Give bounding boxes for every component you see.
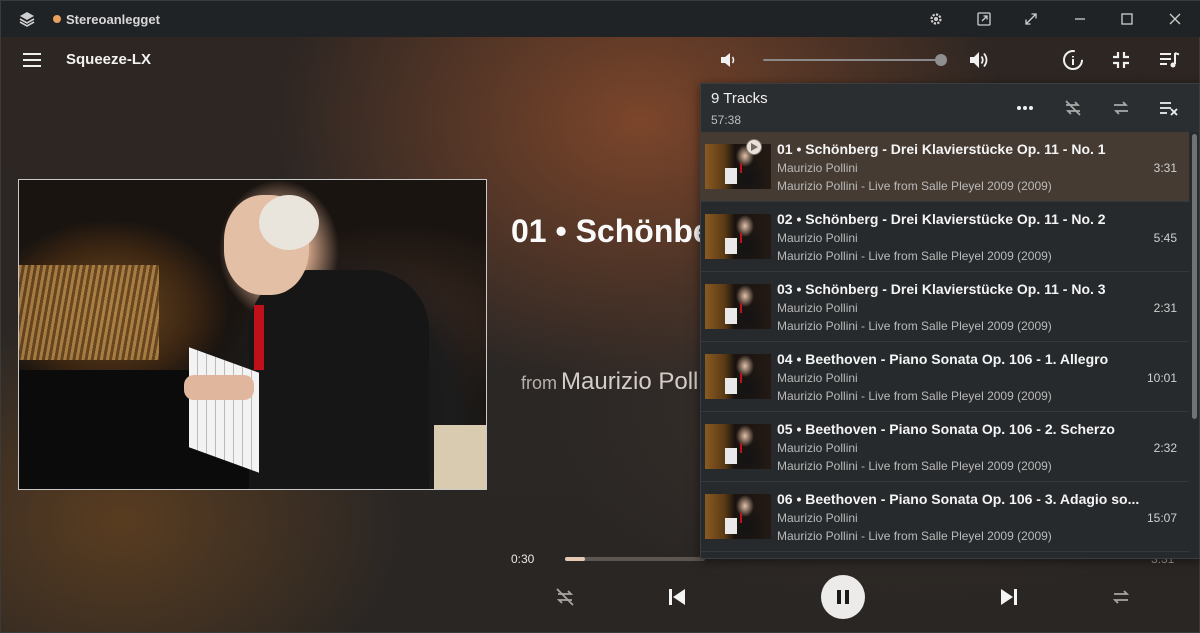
queue-row[interactable]: 04 • Beethoven - Piano Sonata Op. 106 - … bbox=[701, 342, 1189, 412]
queue-scrollbar[interactable] bbox=[1192, 134, 1197, 419]
volume-slider-thumb[interactable] bbox=[935, 54, 947, 66]
track-album: Maurizio Pollini - Live from Salle Pleye… bbox=[777, 459, 1052, 473]
track-duration: 2:32 bbox=[1153, 441, 1177, 455]
queue-track-count: 9 Tracks bbox=[711, 90, 768, 107]
repeat-off-icon[interactable] bbox=[553, 585, 577, 609]
gear-icon[interactable] bbox=[922, 7, 950, 31]
minimize-icon[interactable] bbox=[1066, 7, 1094, 31]
maximize-icon[interactable] bbox=[1113, 7, 1141, 31]
expand-icon[interactable] bbox=[1017, 7, 1045, 31]
track-album: Maurizio Pollini - Live from Salle Pleye… bbox=[777, 529, 1052, 543]
track-album: Maurizio Pollini - Live from Salle Pleye… bbox=[777, 389, 1052, 403]
queue-header: 9 Tracks 57:38 bbox=[701, 84, 1199, 132]
track-thumbnail bbox=[705, 284, 771, 329]
track-artist: Maurizio Pollini bbox=[777, 161, 858, 175]
track-duration: 2:31 bbox=[1153, 301, 1177, 315]
more-options-icon[interactable] bbox=[1013, 96, 1037, 120]
track-artist: Maurizio Pollini bbox=[777, 441, 858, 455]
volume-slider[interactable] bbox=[763, 59, 945, 61]
track-title: 05 • Beethoven - Piano Sonata Op. 106 - … bbox=[777, 421, 1115, 437]
now-playing-artist[interactable]: Maurizio Pollini bbox=[561, 368, 701, 395]
track-title: 04 • Beethoven - Piano Sonata Op. 106 - … bbox=[777, 351, 1109, 367]
clear-queue-icon[interactable] bbox=[1157, 96, 1181, 120]
track-thumbnail bbox=[705, 354, 771, 399]
shuffle-icon[interactable] bbox=[1109, 585, 1133, 609]
track-title: 03 • Schönberg - Drei Klavierstücke Op. … bbox=[777, 281, 1106, 297]
track-duration: 5:45 bbox=[1153, 231, 1177, 245]
pause-button[interactable] bbox=[821, 575, 865, 619]
track-duration: 10:01 bbox=[1146, 371, 1177, 385]
pause-icon bbox=[837, 590, 849, 604]
queue-total-time: 57:38 bbox=[711, 113, 742, 127]
track-album: Maurizio Pollini - Live from Salle Pleye… bbox=[777, 249, 1052, 263]
track-thumbnail bbox=[705, 424, 771, 469]
queue-music-icon[interactable] bbox=[1157, 48, 1181, 72]
info-timer-icon[interactable] bbox=[1061, 48, 1085, 72]
queue-list: 01 • Schönberg - Drei Klavierstücke Op. … bbox=[701, 132, 1189, 552]
queue-panel: 9 Tracks 57:38 01 • Schönberg - Drei Kla… bbox=[700, 83, 1200, 559]
volume-down-icon[interactable] bbox=[717, 49, 739, 71]
album-cover[interactable] bbox=[18, 179, 487, 490]
now-playing-icon bbox=[746, 139, 762, 155]
from-label: from bbox=[521, 373, 557, 393]
track-thumbnail bbox=[705, 214, 771, 259]
now-playing-artist-line: fromMaurizio Pollini bbox=[521, 368, 701, 396]
hamburger-menu-icon[interactable] bbox=[21, 49, 45, 71]
next-track-icon[interactable] bbox=[996, 584, 1022, 610]
position-time: 0:30 bbox=[511, 552, 535, 566]
previous-track-icon[interactable] bbox=[664, 584, 690, 610]
title-bar: Stereoanlegget bbox=[1, 1, 1200, 37]
shuffle-icon[interactable] bbox=[1109, 96, 1133, 120]
queue-row[interactable]: 01 • Schönberg - Drei Klavierstücke Op. … bbox=[701, 132, 1189, 202]
track-duration: 15:07 bbox=[1146, 511, 1177, 525]
app-name: Squeeze-LX bbox=[66, 51, 152, 68]
track-artist: Maurizio Pollini bbox=[777, 231, 858, 245]
track-artist: Maurizio Pollini bbox=[777, 511, 858, 525]
window-title: Stereoanlegget bbox=[66, 11, 160, 27]
track-title: 01 • Schönberg - Drei Klavierstücke Op. … bbox=[777, 141, 1106, 157]
track-title: 02 • Schönberg - Drei Klavierstücke Op. … bbox=[777, 211, 1106, 227]
queue-row[interactable]: 06 • Beethoven - Piano Sonata Op. 106 - … bbox=[701, 482, 1189, 552]
track-duration: 3:31 bbox=[1153, 161, 1177, 175]
track-thumbnail bbox=[705, 494, 771, 539]
track-artist: Maurizio Pollini bbox=[777, 301, 858, 315]
toolbar: Squeeze-LX bbox=[1, 37, 1200, 83]
layers-icon[interactable] bbox=[17, 9, 37, 29]
track-title: 06 • Beethoven - Piano Sonata Op. 106 - … bbox=[777, 491, 1140, 507]
collapse-icon[interactable] bbox=[1109, 48, 1133, 72]
volume-up-icon[interactable] bbox=[967, 48, 993, 72]
open-external-icon[interactable] bbox=[970, 7, 998, 31]
queue-row[interactable]: 02 • Schönberg - Drei Klavierstücke Op. … bbox=[701, 202, 1189, 272]
queue-row[interactable]: 05 • Beethoven - Piano Sonata Op. 106 - … bbox=[701, 412, 1189, 482]
track-thumbnail bbox=[705, 144, 771, 189]
progress-fill bbox=[565, 557, 585, 561]
repeat-off-icon[interactable] bbox=[1061, 96, 1085, 120]
progress-bar[interactable] bbox=[565, 557, 705, 561]
close-icon[interactable] bbox=[1161, 7, 1189, 31]
track-album: Maurizio Pollini - Live from Salle Pleye… bbox=[777, 319, 1052, 333]
status-dot bbox=[53, 15, 61, 23]
track-album: Maurizio Pollini - Live from Salle Pleye… bbox=[777, 179, 1052, 193]
now-playing-title: 01 • Schönberg - Drei Klavierstücke Op. … bbox=[511, 213, 701, 249]
app-window: Stereoanlegget Squeeze-LX 01 • Schönb fr… bbox=[0, 0, 1200, 633]
queue-row[interactable]: 03 • Schönberg - Drei Klavierstücke Op. … bbox=[701, 272, 1189, 342]
track-artist: Maurizio Pollini bbox=[777, 371, 858, 385]
